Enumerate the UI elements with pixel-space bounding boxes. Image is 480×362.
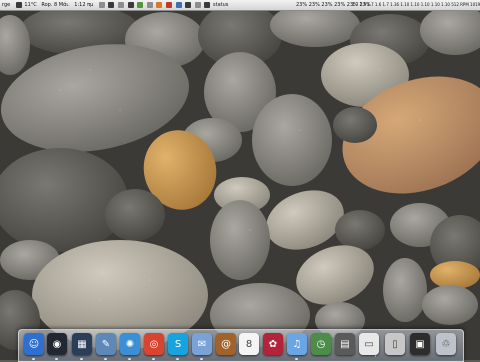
menu-extra-icon[interactable]: [166, 2, 173, 8]
dock-item-finder[interactable]: ☺: [24, 333, 44, 355]
menubar-temperature[interactable]: 11°C: [24, 0, 36, 10]
menu-extra-icon[interactable]: [146, 2, 153, 8]
activity-monitor-icon: ▤: [340, 338, 350, 350]
dock-item-ical[interactable]: 8: [239, 333, 259, 355]
dock-item-trash[interactable]: ♲: [436, 333, 456, 355]
menubar-time[interactable]: 1:12 πμ: [74, 0, 93, 10]
address-book-icon: @: [221, 338, 231, 350]
menu-extra-icon[interactable]: [118, 2, 125, 8]
dock-item-document[interactable]: ▭: [359, 333, 379, 355]
dock-item-activity-monitor[interactable]: ▤: [335, 333, 355, 355]
photo-booth-icon: ✿: [268, 338, 278, 350]
chrome-icon: ◎: [149, 338, 159, 350]
finder-icon: ☺: [28, 338, 40, 350]
menu-extra-icon[interactable]: [204, 2, 211, 8]
time-machine-icon: ◷: [316, 338, 326, 350]
dock-item-time-machine[interactable]: ◷: [311, 333, 331, 355]
menubar-date[interactable]: Rop. 8 Μάι.: [41, 0, 69, 10]
dock-item-mission-control[interactable]: ▦: [72, 333, 92, 355]
dock-item-skype[interactable]: S: [168, 333, 188, 355]
menu-extra-icon[interactable]: [156, 2, 163, 8]
dock-item-address-book[interactable]: @: [216, 333, 236, 355]
dock-item-folder[interactable]: ▯: [385, 333, 405, 355]
folder-icon: ▯: [392, 338, 398, 350]
menu-extra-icon[interactable]: [98, 2, 105, 8]
dock-item-photo-booth[interactable]: ✿: [263, 333, 283, 355]
menu-extra-icon[interactable]: [127, 2, 134, 8]
dock-item-dashboard[interactable]: ◉: [47, 333, 67, 355]
sensor-readout[interactable]: 1.7 1.9 1.7 1.6 1.7 1.36 1.10 1.10 1.10 …: [352, 0, 480, 10]
dashboard-icon: ◉: [52, 338, 62, 350]
screen-icon: ▣: [415, 338, 425, 350]
dock-item-safari[interactable]: ✺: [120, 333, 140, 355]
menu-extra-icon[interactable]: [194, 2, 201, 8]
menu-extra-icon[interactable]: [108, 2, 115, 8]
dock-item-screen[interactable]: ▣: [410, 333, 430, 355]
dock-item-mail[interactable]: ✉: [192, 333, 212, 355]
trash-icon: ♲: [441, 338, 451, 350]
dock-item-preview[interactable]: ✎: [96, 333, 116, 355]
menubar-status-app[interactable]: status: [213, 0, 228, 10]
skype-icon: S: [174, 338, 182, 350]
document-icon: ▭: [364, 338, 374, 350]
dock-item-chrome[interactable]: ◎: [144, 333, 164, 355]
menu-extra-icon[interactable]: [137, 2, 144, 8]
weather-icon[interactable]: [15, 2, 22, 8]
itunes-icon: ♫: [292, 338, 302, 350]
calendar-icon: 8: [245, 338, 253, 350]
mission-control-icon: ▦: [77, 338, 87, 350]
menu-bar: rge 11°C Rop. 8 Μάι. 1:12 πμ status 23% …: [0, 0, 480, 11]
dock-item-itunes[interactable]: ♫: [287, 333, 307, 355]
preview-icon: ✎: [101, 338, 111, 350]
dock: ☺ ◉ ▦ ✎ ✺ ◎ S ✉ @8 ✿ ♫ ◷ ▤ ▭ ▯ ▣ ♲: [18, 329, 464, 362]
safari-icon: ✺: [125, 338, 135, 350]
menubar-app-label[interactable]: rge: [2, 0, 10, 10]
menu-extra-icon[interactable]: [175, 2, 182, 8]
desktop-wallpaper: [0, 0, 480, 360]
mail-icon: ✉: [197, 338, 207, 350]
menu-extra-icon[interactable]: [185, 2, 192, 8]
